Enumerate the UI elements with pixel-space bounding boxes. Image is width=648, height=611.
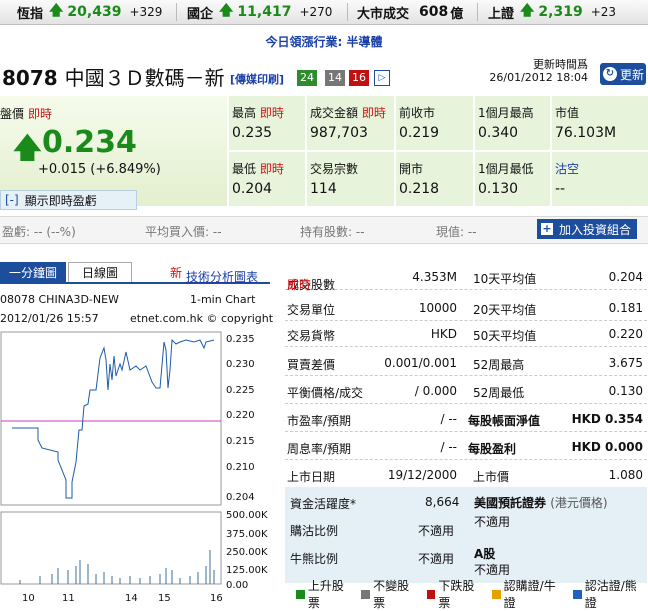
cell-open: 開市 0.218 — [395, 152, 473, 206]
svg-text:0.235: 0.235 — [226, 334, 255, 345]
price-change: +0.015 (+6.849%) — [38, 162, 161, 177]
svg-text:0.210: 0.210 — [226, 462, 255, 473]
ticker-hsi[interactable]: 恆指 🡅 20,439 +329 — [17, 0, 162, 24]
svg-text:0.225: 0.225 — [226, 385, 255, 396]
market-ticker-bar: 恆指 🡅 20,439 +329 國企 🡅 11,417 +270 大市成交 6… — [0, 0, 648, 25]
legend-up-swatch — [296, 589, 305, 599]
chart-type: 1-min Chart — [190, 293, 256, 306]
tech-analysis-link[interactable]: 技術分析圖表 — [186, 268, 258, 285]
bull-bear-value: 不適用 — [418, 552, 455, 566]
cell-low: 最低 即時 0.204 — [228, 152, 305, 206]
adr-label: 美國預託證券 (港元價格) — [474, 496, 608, 510]
legend-put-swatch — [572, 589, 582, 599]
stat-row: 買賣差價 0.001/0.001 52周最高 3.675 — [285, 350, 647, 376]
refresh-icon: ↻ — [603, 67, 617, 81]
current-value-field: 現值: -- — [436, 225, 477, 239]
legend-unchanged-swatch — [361, 589, 371, 599]
ticker-market-turnover[interactable]: 大市成交 608 億 — [357, 0, 463, 24]
up-arrow-icon: 🡅 — [219, 3, 234, 19]
pnl-field: 盈虧: -- (--%) — [2, 225, 76, 239]
capital-activity-label: 資金活躍度* — [290, 497, 357, 511]
minus-box-icon: [-] — [5, 193, 19, 207]
svg-text:500.00K: 500.00K — [226, 510, 268, 521]
cell-short-selling[interactable]: 沽空 -- — [551, 152, 648, 206]
stat-row: 交易貨幣 HKD 50天平均值 0.220 — [285, 321, 647, 347]
cell-turnover: 成交金額 即時 987,703 — [306, 96, 394, 150]
ticker-hscei[interactable]: 國企 🡅 11,417 +270 — [187, 0, 332, 24]
cell-market-cap: 市值 76.103M — [551, 96, 648, 150]
chart-date: 2012/01/26 15:57 — [0, 312, 99, 325]
tab-daily[interactable]: 日線圖 — [68, 262, 132, 284]
sector-tag-link[interactable]: [傳媒印刷] — [230, 71, 284, 87]
show-realtime-pnl-button[interactable]: [-] 顯示即時盈虧 — [0, 190, 137, 210]
svg-text:16: 16 — [210, 593, 223, 604]
cell-trades: 交易宗數 114 — [306, 152, 394, 206]
stat-row: 周息率/預期 / -- 每股盈利 HKD 0.000 — [285, 434, 647, 460]
svg-text:0.204: 0.204 — [226, 492, 255, 503]
chart-symbol: 08078 CHINA3D-NEW — [0, 293, 119, 306]
cell-high: 最高 即時 0.235 — [228, 96, 305, 150]
svg-text:0.230: 0.230 — [226, 359, 255, 370]
svg-text:11: 11 — [62, 593, 75, 604]
stat-row: 成交股數 即時 4.353M 10天平均值 0.204 — [285, 264, 647, 292]
ccass-box-2[interactable]: 14 — [325, 70, 345, 86]
expand-icon[interactable]: ▷ — [374, 70, 390, 86]
svg-text:0.220: 0.220 — [226, 410, 255, 421]
update-time: 更新時間爲 26/01/2012 18:04 — [489, 58, 588, 84]
legend-call-swatch — [491, 589, 501, 599]
legend: 上升股票 不變股票 下跌股票 認購證/牛證 認沽證/熊證 — [290, 579, 648, 610]
chart-source: etnet.com.hk © copyright — [130, 312, 274, 325]
ccass-box-3[interactable]: 16 — [349, 70, 369, 86]
cell-1m-high: 1個月最高 0.340 — [474, 96, 550, 150]
stat-row: 交易單位 10000 20天平均值 0.181 — [285, 295, 647, 321]
svg-text:0.00: 0.00 — [226, 580, 248, 591]
stat-row: 平衡價格/成交 / 0.000 52周最低 0.130 — [285, 378, 647, 404]
svg-text:125.00K: 125.00K — [226, 565, 268, 576]
last-price: 0.234 — [42, 125, 137, 160]
up-arrow-icon: 🡅 — [520, 3, 535, 19]
a-share-label: A股 — [474, 547, 496, 561]
shares-field[interactable]: 持有股數: -- — [300, 223, 365, 240]
call-put-label: 購沽比例 — [290, 524, 339, 538]
refresh-button[interactable]: ↻ 更新 — [600, 63, 646, 85]
hot-sector-link[interactable]: 今日領漲行業: 半導體 — [0, 33, 648, 50]
svg-text:14: 14 — [125, 593, 138, 604]
ccass-box-1[interactable]: 24 — [297, 70, 317, 86]
svg-text:0.215: 0.215 — [226, 436, 255, 447]
call-put-value: 不適用 — [418, 524, 455, 538]
svg-text:250.00K: 250.00K — [226, 547, 268, 558]
legend-down-swatch — [426, 589, 436, 599]
cell-prev-close: 前收市 0.219 — [395, 96, 473, 150]
stock-title: 8078 中國３Ｄ數碼－新 — [2, 66, 225, 90]
svg-text:10: 10 — [22, 593, 35, 604]
intraday-chart: 0.235 0.230 0.225 0.220 0.215 0.210 0.20… — [0, 331, 268, 604]
cell-1m-low: 1個月最低 0.130 — [474, 152, 550, 206]
svg-text:375.00K: 375.00K — [226, 529, 268, 540]
bull-bear-label: 牛熊比例 — [290, 552, 339, 566]
up-arrow-icon: 🡅 — [49, 3, 64, 19]
tab-1min[interactable]: 一分鐘圖 — [0, 262, 66, 284]
svg-text:15: 15 — [158, 593, 171, 604]
a-share-value: 不適用 — [474, 563, 511, 577]
avg-buy-field[interactable]: 平均買入價: -- — [145, 223, 222, 240]
price-label: 盤價 即時 — [0, 107, 53, 121]
ticker-shanghai[interactable]: 上證 🡅 2,319 +23 — [488, 0, 616, 24]
new-badge: 新 — [170, 266, 183, 280]
add-portfolio-button[interactable]: + 加入投資組合 — [537, 219, 637, 239]
capital-activity-value: 8,664 — [425, 495, 460, 509]
stat-row: 上市日期 19/12/2000 上市價 1.080 — [285, 462, 647, 488]
plus-icon: + — [541, 222, 553, 235]
stat-row: 市盈率/預期 / -- 每股帳面淨值 HKD 0.354 — [285, 406, 647, 432]
adr-value: 不適用 — [474, 515, 511, 529]
